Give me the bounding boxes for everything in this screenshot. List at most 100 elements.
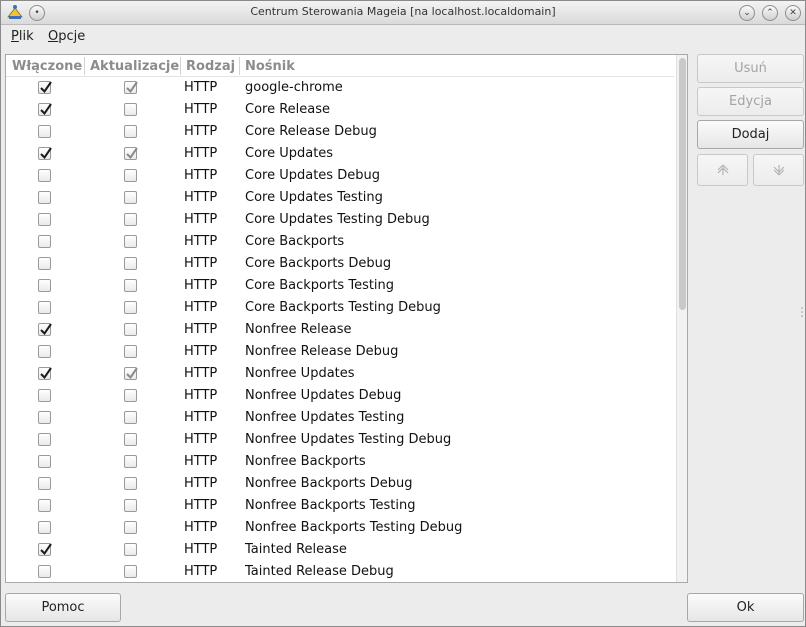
menu-plik[interactable]: Plik xyxy=(11,29,34,44)
ok-button[interactable]: Ok xyxy=(687,593,804,622)
updates-checkbox[interactable] xyxy=(124,499,137,512)
media-row[interactable]: HTTP Nonfree Updates Testing xyxy=(6,407,674,429)
updates-checkbox[interactable] xyxy=(124,543,137,556)
edit-button[interactable]: Edycja xyxy=(697,87,804,116)
enabled-checkbox[interactable] xyxy=(38,147,52,160)
menu-opcje[interactable]: Opcje xyxy=(48,29,85,44)
arrow-down-icon xyxy=(773,165,784,176)
scrollbar-thumb[interactable] xyxy=(679,58,686,310)
updates-checkbox[interactable] xyxy=(124,433,137,446)
media-row[interactable]: HTTP Nonfree Backports Testing xyxy=(6,495,674,517)
media-row[interactable]: HTTP Core Release xyxy=(6,99,674,121)
enabled-checkbox[interactable] xyxy=(38,543,52,556)
enabled-checkbox[interactable] xyxy=(38,345,51,358)
help-button[interactable]: Pomoc xyxy=(5,593,121,622)
enabled-checkbox[interactable] xyxy=(38,257,51,270)
move-up-button[interactable] xyxy=(697,154,748,186)
media-row[interactable]: HTTP Nonfree Backports Testing Debug xyxy=(6,517,674,539)
enabled-checkbox[interactable] xyxy=(38,323,52,336)
media-row[interactable]: HTTP Nonfree Updates Debug xyxy=(6,385,674,407)
media-row[interactable]: HTTP Core Updates Testing Debug xyxy=(6,209,674,231)
updates-checkbox[interactable] xyxy=(124,103,137,116)
media-name: Nonfree Updates xyxy=(245,366,355,381)
updates-checkbox[interactable] xyxy=(124,213,137,226)
maximize-button[interactable]: ⌃ xyxy=(762,5,778,21)
media-row[interactable]: HTTP Core Backports xyxy=(6,231,674,253)
media-row[interactable]: HTTP Nonfree Release Debug xyxy=(6,341,674,363)
updates-checkbox[interactable] xyxy=(124,147,138,160)
updates-checkbox[interactable] xyxy=(124,169,137,182)
media-row[interactable]: HTTP Core Release Debug xyxy=(6,121,674,143)
media-row[interactable]: HTTP Core Backports Testing Debug xyxy=(6,297,674,319)
enabled-checkbox[interactable] xyxy=(38,301,51,314)
enabled-checkbox[interactable] xyxy=(38,521,51,534)
media-row[interactable]: HTTP Core Backports Debug xyxy=(6,253,674,275)
media-name: Nonfree Release Debug xyxy=(245,344,399,359)
media-name: Nonfree Updates Testing Debug xyxy=(245,432,452,447)
enabled-checkbox[interactable] xyxy=(38,411,51,424)
media-row[interactable]: HTTP Core Backports Testing xyxy=(6,275,674,297)
updates-checkbox[interactable] xyxy=(124,455,137,468)
media-name: Core Release xyxy=(245,102,331,117)
close-button[interactable]: ✕ xyxy=(785,5,801,21)
updates-checkbox[interactable] xyxy=(124,191,137,204)
updates-checkbox[interactable] xyxy=(124,367,138,380)
enabled-checkbox[interactable] xyxy=(38,103,52,116)
updates-checkbox[interactable] xyxy=(124,257,137,270)
media-row[interactable]: HTTP Tainted Release Debug xyxy=(6,561,674,582)
media-row[interactable]: HTTP Core Updates xyxy=(6,143,674,165)
updates-checkbox[interactable] xyxy=(124,389,137,402)
enabled-checkbox[interactable] xyxy=(38,455,51,468)
enabled-checkbox[interactable] xyxy=(38,433,51,446)
updates-checkbox[interactable] xyxy=(124,279,137,292)
media-type: HTTP xyxy=(184,190,218,205)
enabled-checkbox[interactable] xyxy=(38,389,51,402)
updates-checkbox[interactable] xyxy=(124,235,137,248)
media-row[interactable]: HTTP Nonfree Backports xyxy=(6,451,674,473)
add-button[interactable]: Dodaj xyxy=(697,120,804,149)
media-row[interactable]: HTTP Tainted Release xyxy=(6,539,674,561)
updates-checkbox[interactable] xyxy=(124,301,137,314)
enabled-checkbox[interactable] xyxy=(38,565,51,578)
updates-checkbox[interactable] xyxy=(124,323,137,336)
media-name: Nonfree Updates Debug xyxy=(245,388,402,403)
updates-checkbox[interactable] xyxy=(124,411,137,424)
enabled-checkbox[interactable] xyxy=(38,191,51,204)
media-row[interactable]: HTTP Nonfree Backports Debug xyxy=(6,473,674,495)
updates-checkbox[interactable] xyxy=(124,565,137,578)
media-row[interactable]: HTTP Core Updates Debug xyxy=(6,165,674,187)
updates-checkbox[interactable] xyxy=(124,125,137,138)
media-name: Nonfree Backports Testing Debug xyxy=(245,520,463,535)
enabled-checkbox[interactable] xyxy=(38,125,51,138)
enabled-checkbox[interactable] xyxy=(38,367,52,380)
media-row[interactable]: HTTP Nonfree Updates Testing Debug xyxy=(6,429,674,451)
enabled-checkbox[interactable] xyxy=(38,477,51,490)
media-row[interactable]: HTTP Nonfree Release xyxy=(6,319,674,341)
enabled-checkbox[interactable] xyxy=(38,235,51,248)
minimize-button[interactable]: ⌄ xyxy=(739,5,755,21)
updates-checkbox[interactable] xyxy=(124,345,137,358)
media-row[interactable]: HTTP Core Updates Testing xyxy=(6,187,674,209)
resize-handle[interactable] xyxy=(801,306,803,318)
enabled-checkbox[interactable] xyxy=(38,279,51,292)
move-down-button[interactable] xyxy=(753,154,804,186)
enabled-checkbox[interactable] xyxy=(38,169,51,182)
updates-checkbox[interactable] xyxy=(124,477,137,490)
column-header-updates[interactable]: Aktualizacje xyxy=(90,59,179,74)
column-header-media[interactable]: Nośnik xyxy=(245,59,295,74)
updates-checkbox[interactable] xyxy=(124,81,138,94)
media-type: HTTP xyxy=(184,256,218,271)
media-name: Nonfree Backports Debug xyxy=(245,476,413,491)
media-row[interactable]: HTTP google-chrome xyxy=(6,77,674,99)
list-scrollbar[interactable] xyxy=(676,55,687,582)
media-row[interactable]: HTTP Nonfree Updates xyxy=(6,363,674,385)
enabled-checkbox[interactable] xyxy=(38,499,51,512)
column-header-enabled[interactable]: Włączone xyxy=(12,59,82,74)
media-type: HTTP xyxy=(184,278,218,293)
enabled-checkbox[interactable] xyxy=(38,213,51,226)
media-type: HTTP xyxy=(184,454,218,469)
column-header-type[interactable]: Rodzaj xyxy=(186,59,235,74)
enabled-checkbox[interactable] xyxy=(38,81,52,94)
updates-checkbox[interactable] xyxy=(124,521,137,534)
remove-button[interactable]: Usuń xyxy=(697,54,804,83)
